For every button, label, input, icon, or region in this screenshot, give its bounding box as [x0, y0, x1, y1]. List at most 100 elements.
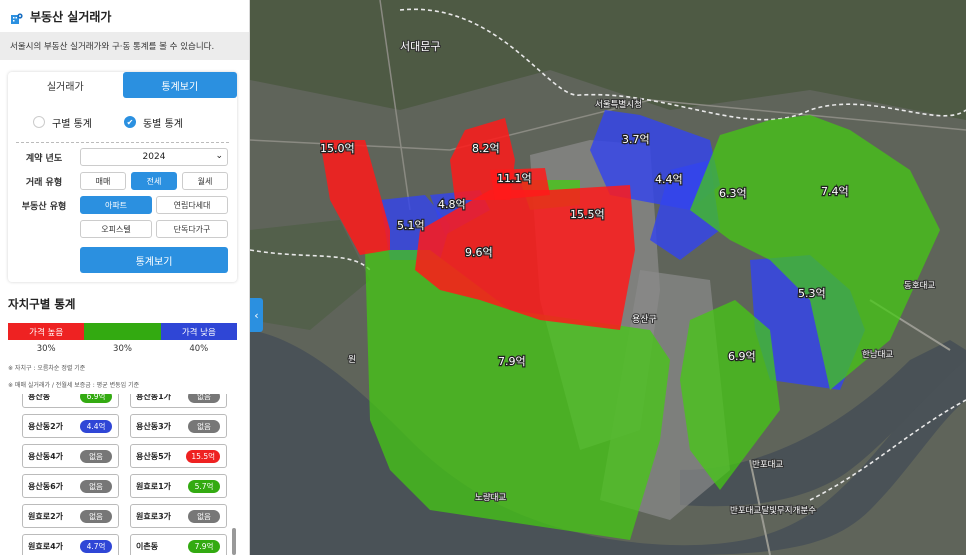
dong-name: 원효로4가	[28, 541, 64, 551]
dong-card[interactable]: 원효로1가 5.7억	[130, 474, 227, 498]
list-scrollbar[interactable]	[232, 528, 236, 555]
extrusion-label: 9.6억	[465, 246, 493, 259]
legend-pct-low: 40%	[189, 344, 209, 354]
legend-high: 가격 높음	[8, 323, 85, 340]
district-stats-title: 자치구별 통계	[8, 297, 76, 311]
view-tabs: 실거래가 통계보기	[8, 72, 237, 98]
year-select[interactable]: 2024 ⌄	[80, 148, 228, 166]
dong-name: 원효로3가	[136, 511, 172, 521]
tab-transactions[interactable]: 실거래가	[8, 72, 123, 98]
place-label: 용산구	[632, 314, 657, 325]
dong-card[interactable]: 용산동1가 없음	[130, 394, 227, 408]
dong-name: 용산동5가	[136, 451, 172, 461]
map-canvas[interactable]: 15.0억 8.2억 11.1억 15.5억 9.6억 3.7억 4.4억 5.…	[250, 0, 966, 555]
divider	[16, 142, 229, 143]
dong-price-badge: 없음	[188, 419, 220, 433]
dong-card[interactable]: 용산동5가 15.5억	[130, 444, 227, 468]
legend-low: 가격 낮음	[160, 323, 237, 340]
extrusion-label: 7.4억	[821, 185, 849, 198]
extrusion-label: 15.0억	[320, 142, 355, 155]
trade-type-row: 거래 유형 매매 전세 월세	[8, 172, 228, 190]
dong-card[interactable]: 원효로2가 없음	[22, 504, 119, 528]
extrusion-label: 11.1억	[497, 172, 532, 185]
place-label: 서울특별시청	[595, 99, 642, 110]
dong-name: 용산동	[28, 394, 51, 401]
dong-price-badge: 없음	[80, 479, 112, 493]
property-type-row-2: 오피스텔 단독다가구	[80, 220, 228, 238]
show-stats-button[interactable]: 통계보기	[80, 247, 228, 273]
place-label: 반포대교	[752, 459, 783, 470]
place-label: 한남대교	[862, 350, 893, 360]
dong-card[interactable]: 용산동4가 없음	[22, 444, 119, 468]
dong-card[interactable]: 용산동6가 없음	[22, 474, 119, 498]
dong-price-badge: 5.7억	[188, 479, 220, 493]
trade-option-jeonse[interactable]: 전세	[131, 172, 177, 190]
extrusion-label: 5.3억	[798, 287, 826, 300]
app-title: 부동산 실거래가	[30, 9, 112, 24]
property-option-officetel[interactable]: 오피스텔	[80, 220, 152, 238]
dong-price-badge: 15.5억	[186, 449, 220, 463]
note-sort: ※ 자치구 : 오름차순 정렬 기준	[8, 365, 86, 372]
dong-card[interactable]: 용산동2가 4.4억	[22, 414, 119, 438]
trade-option-sale[interactable]: 매매	[80, 172, 126, 190]
legend-pct-high: 30%	[36, 344, 56, 354]
extrusion-label: 4.8억	[438, 198, 466, 211]
year-row: 계약 년도 2024 ⌄	[8, 148, 228, 166]
extrusion-label: 6.3억	[719, 187, 747, 200]
radio-unchecked-icon	[33, 116, 45, 128]
radio-checked-icon: ✔	[123, 116, 136, 128]
dong-card[interactable]: 원효로3가 없음	[130, 504, 227, 528]
dong-price-badge: 없음	[80, 449, 112, 463]
radio-label: 구별 통계	[52, 118, 92, 130]
collapse-sidebar-button[interactable]: ‹	[250, 298, 263, 332]
trade-type-label: 거래 유형	[25, 177, 63, 188]
chevron-left-icon: ‹	[254, 308, 259, 322]
property-option-apartment[interactable]: 아파트	[80, 196, 152, 214]
trade-option-monthly[interactable]: 월세	[182, 172, 228, 190]
dong-name: 용산동4가	[28, 451, 64, 461]
legend-pct-mid: 30%	[113, 344, 132, 354]
chevron-down-icon: ⌄	[215, 151, 223, 161]
dong-price-badge: 4.7억	[80, 539, 112, 553]
extrusion-label: 4.4억	[655, 173, 683, 186]
dong-price-badge: 없음	[80, 509, 112, 523]
radio-district-stats[interactable]: 구별 통계	[33, 115, 92, 130]
property-type-row: 부동산 유형 아파트 연립다세대	[8, 196, 228, 214]
place-label: 노량대교	[475, 492, 506, 503]
property-option-detached[interactable]: 단독다가구	[156, 220, 228, 238]
dong-card[interactable]: 용산동3가 없음	[130, 414, 227, 438]
building-location-icon	[10, 10, 23, 24]
property-option-rowhouse[interactable]: 연립다세대	[156, 196, 228, 214]
dong-card[interactable]: 용산동 6.9억	[22, 394, 119, 408]
dong-price-badge: 6.9억	[80, 394, 112, 403]
dong-name: 용산동3가	[136, 421, 172, 431]
dong-price-badge: 4.4억	[80, 419, 112, 433]
filter-panel: 실거래가 통계보기 구별 통계 ✔ 동별 통계 계약 년도 2024 ⌄ 거래 …	[8, 72, 237, 282]
price-legend-bar: 가격 높음 가격 낮음	[8, 323, 237, 340]
dong-name: 용산동2가	[28, 421, 64, 431]
sidebar-panel: 부동산 실거래가 서울시의 부동산 실거래가와 구·동 통계를 볼 수 있습니다…	[0, 0, 250, 555]
year-value: 2024	[142, 152, 166, 162]
extrusion-label: 8.2억	[472, 142, 500, 155]
extrusion-label: 7.9억	[498, 355, 526, 368]
place-label: 원	[348, 355, 356, 365]
legend-percentages: 30% 30% 40%	[8, 344, 237, 354]
app-header: 부동산 실거래가	[0, 0, 249, 32]
place-label: 동호대교	[904, 281, 935, 291]
tab-statistics[interactable]: 통계보기	[122, 72, 237, 98]
dong-name: 원효로2가	[28, 511, 64, 521]
note-price-basis: ※ 매매 실거래가 / 전월세 보증금 : 평균 변동임 기준	[8, 382, 140, 389]
dong-stat-list: 용산동 6.9억 용산동1가 없음 용산동2가 4.4억 용산동3가 없음 용산동4가 없음 용산동…	[22, 394, 227, 555]
extrusion-label: 5.1억	[397, 219, 425, 232]
year-label: 계약 년도	[25, 153, 63, 164]
extrusion-label: 6.9억	[728, 350, 756, 363]
legend-mid	[84, 323, 161, 340]
dong-name: 용산동1가	[136, 394, 172, 401]
map-view[interactable]: 15.0억 8.2억 11.1억 15.5억 9.6억 3.7억 4.4억 5.…	[250, 0, 966, 555]
dong-name: 이촌동	[136, 541, 159, 551]
dong-price-badge: 없음	[188, 394, 220, 403]
dong-card[interactable]: 이촌동 7.9억	[130, 534, 227, 555]
dong-card[interactable]: 원효로4가 4.7억	[22, 534, 119, 555]
radio-dong-stats[interactable]: ✔ 동별 통계	[123, 115, 183, 130]
dong-price-badge: 7.9억	[188, 539, 220, 553]
